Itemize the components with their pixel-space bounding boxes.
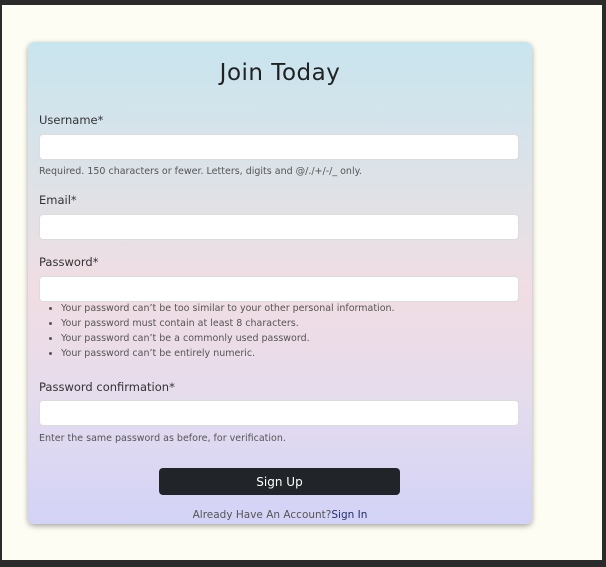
password-confirmation-label: Password confirmation* — [39, 380, 175, 394]
username-input[interactable] — [39, 134, 519, 160]
page-background: Join Today Username* Required. 150 chara… — [2, 5, 602, 560]
password-rule-item: Your password can’t be a commonly used p… — [61, 331, 395, 346]
password-rule-item: Your password can’t be too similar to yo… — [61, 301, 395, 316]
sign-up-button[interactable]: Sign Up — [159, 468, 400, 495]
signin-prompt: Already Have An Account?Sign In — [28, 509, 532, 521]
username-label: Username* — [39, 113, 104, 127]
sign-in-link[interactable]: Sign In — [331, 509, 367, 521]
password-confirmation-input[interactable] — [39, 400, 519, 426]
signup-card: Join Today Username* Required. 150 chara… — [28, 42, 532, 524]
password-rules-list: Your password can’t be too similar to yo… — [39, 301, 395, 361]
username-help-text: Required. 150 characters or fewer. Lette… — [39, 166, 362, 177]
password-confirmation-help-text: Enter the same password as before, for v… — [39, 433, 286, 444]
password-rule-item: Your password must contain at least 8 ch… — [61, 316, 395, 331]
password-input[interactable] — [39, 276, 519, 302]
signin-prompt-text: Already Have An Account? — [192, 509, 332, 521]
email-input[interactable] — [39, 214, 519, 240]
password-label: Password* — [39, 255, 99, 269]
password-rule-item: Your password can’t be entirely numeric. — [61, 346, 395, 361]
form-title: Join Today — [219, 60, 341, 86]
email-label: Email* — [39, 193, 77, 207]
